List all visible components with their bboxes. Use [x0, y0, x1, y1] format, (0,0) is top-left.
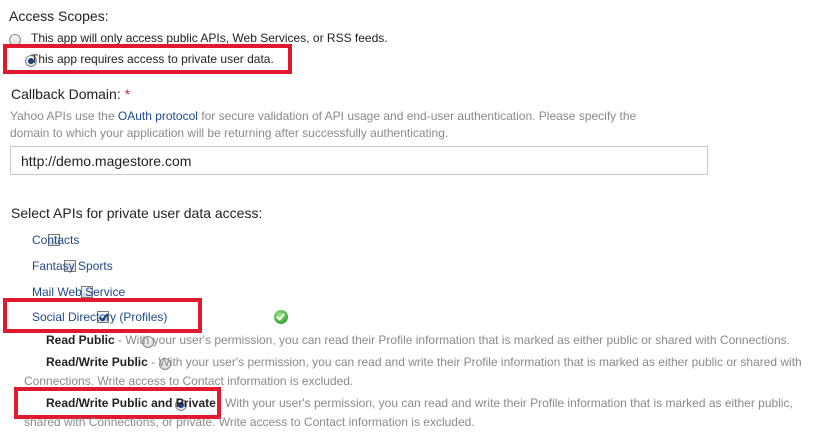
api-fantasy-sports-label[interactable]: Fantasy Sports: [32, 259, 113, 273]
read-public-row: Read Public - With your user's permissio…: [46, 333, 826, 347]
select-apis-heading: Select APIs for private user data access…: [11, 205, 263, 221]
read-write-public-desc-line1: - With your user's permission, you can r…: [147, 355, 802, 369]
callback-help-line1: Yahoo APIs use the OAuth protocol for se…: [10, 108, 730, 125]
oauth-protocol-link[interactable]: OAuth protocol: [118, 109, 198, 123]
callback-domain-label: Callback Domain: *: [11, 86, 130, 102]
callback-help-line2: domain to which your application will be…: [10, 126, 449, 140]
read-write-public-title: Read/Write Public: [46, 355, 148, 369]
callback-domain-label-text: Callback Domain:: [11, 86, 121, 102]
api-social-directory-label[interactable]: Social Directory (Profiles): [32, 310, 167, 324]
read-write-public-private-title: Read/Write Public and Private: [46, 396, 216, 410]
api-contacts-label[interactable]: Contacts: [32, 233, 79, 247]
api-mail-web-service-label[interactable]: Mail Web Service: [32, 285, 125, 299]
radio-public-only-label: This app will only access public APIs, W…: [31, 31, 388, 45]
callback-domain-input[interactable]: [10, 146, 708, 175]
radio-private-access-label: This app requires access to private user…: [31, 52, 274, 66]
green-check-circle-icon: [273, 310, 288, 324]
access-scopes-heading: Access Scopes:: [9, 8, 109, 24]
read-write-public-private-desc-line2: shared with Connections, or private. Wri…: [24, 415, 475, 429]
read-public-title: Read Public: [46, 333, 115, 347]
read-write-public-private-desc-line1: With your user's permission, you can rea…: [225, 396, 793, 410]
callback-help-suffix: for secure validation of API usage and e…: [197, 109, 637, 123]
read-public-desc: - With your user's permission, you can r…: [114, 333, 790, 347]
required-mark: *: [124, 86, 131, 102]
callback-help-prefix: Yahoo APIs use the: [10, 109, 118, 123]
read-write-public-desc-line2: Connections. Write access to Contact inf…: [24, 374, 354, 388]
read-write-public-row: Read/Write Public - With your user's per…: [46, 355, 826, 369]
